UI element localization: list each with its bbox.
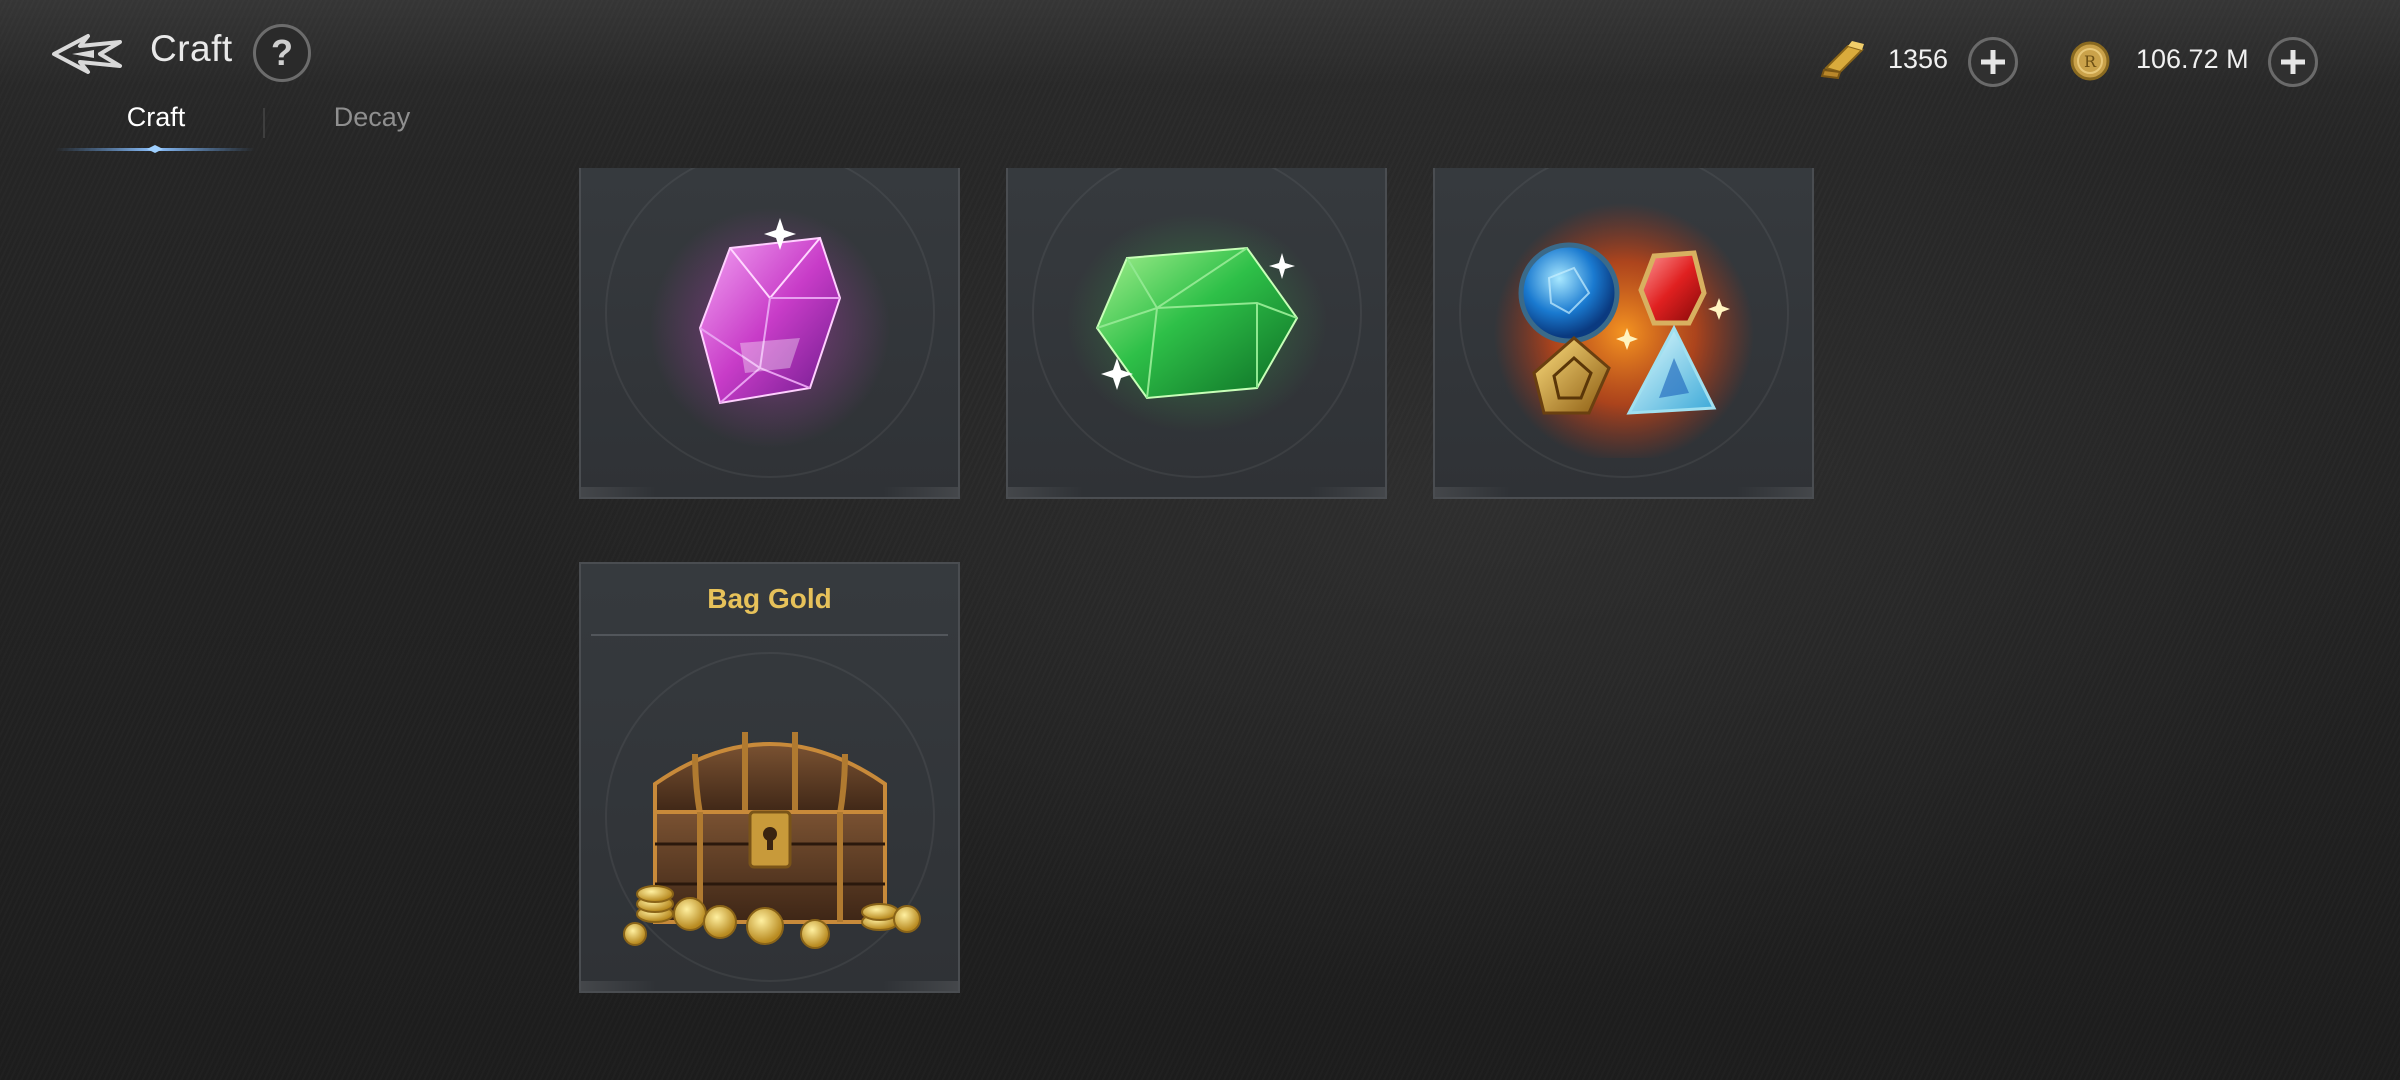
tab-divider: [263, 108, 265, 138]
craft-card-pink-crystal[interactable]: [579, 168, 960, 499]
page-title: Craft: [150, 28, 233, 69]
back-button[interactable]: [50, 30, 124, 78]
treasure-chest-icon: [622, 732, 921, 949]
back-arrow-icon: [52, 34, 122, 74]
active-tab-underline: [55, 145, 255, 153]
card-bottom-trim: [1435, 487, 1812, 497]
craft-card-bag-gold[interactable]: Bag Gold: [579, 562, 960, 993]
card-title: Bag Gold: [707, 583, 832, 614]
tab-craft[interactable]: Craft: [100, 102, 212, 133]
card-bottom-trim: [581, 981, 958, 991]
card-title-divider: [591, 634, 948, 636]
gold-coin-icon: R: [2070, 41, 2110, 81]
card-bottom-trim: [581, 487, 958, 497]
green-crystal-icon: [1066, 213, 1327, 433]
pink-crystal-icon: [649, 208, 890, 448]
tab-decay[interactable]: Decay: [310, 102, 434, 133]
add-gold-button[interactable]: [2268, 37, 2318, 87]
background-texture: [0, 0, 2400, 1080]
ticket-count: 1356: [1888, 44, 1949, 74]
card-bottom-trim: [1008, 487, 1385, 497]
scroll-ticket-icon: [1820, 41, 1864, 80]
help-button[interactable]: ?: [253, 24, 311, 82]
svg-text:R: R: [2084, 52, 2097, 71]
gem-set-icon: [1493, 203, 1754, 458]
craft-card-gem-set[interactable]: [1433, 168, 1814, 499]
gold-amount: 106.72 M: [2136, 44, 2249, 74]
add-tickets-button[interactable]: [1968, 37, 2018, 87]
craft-card-green-crystal[interactable]: [1006, 168, 1387, 499]
